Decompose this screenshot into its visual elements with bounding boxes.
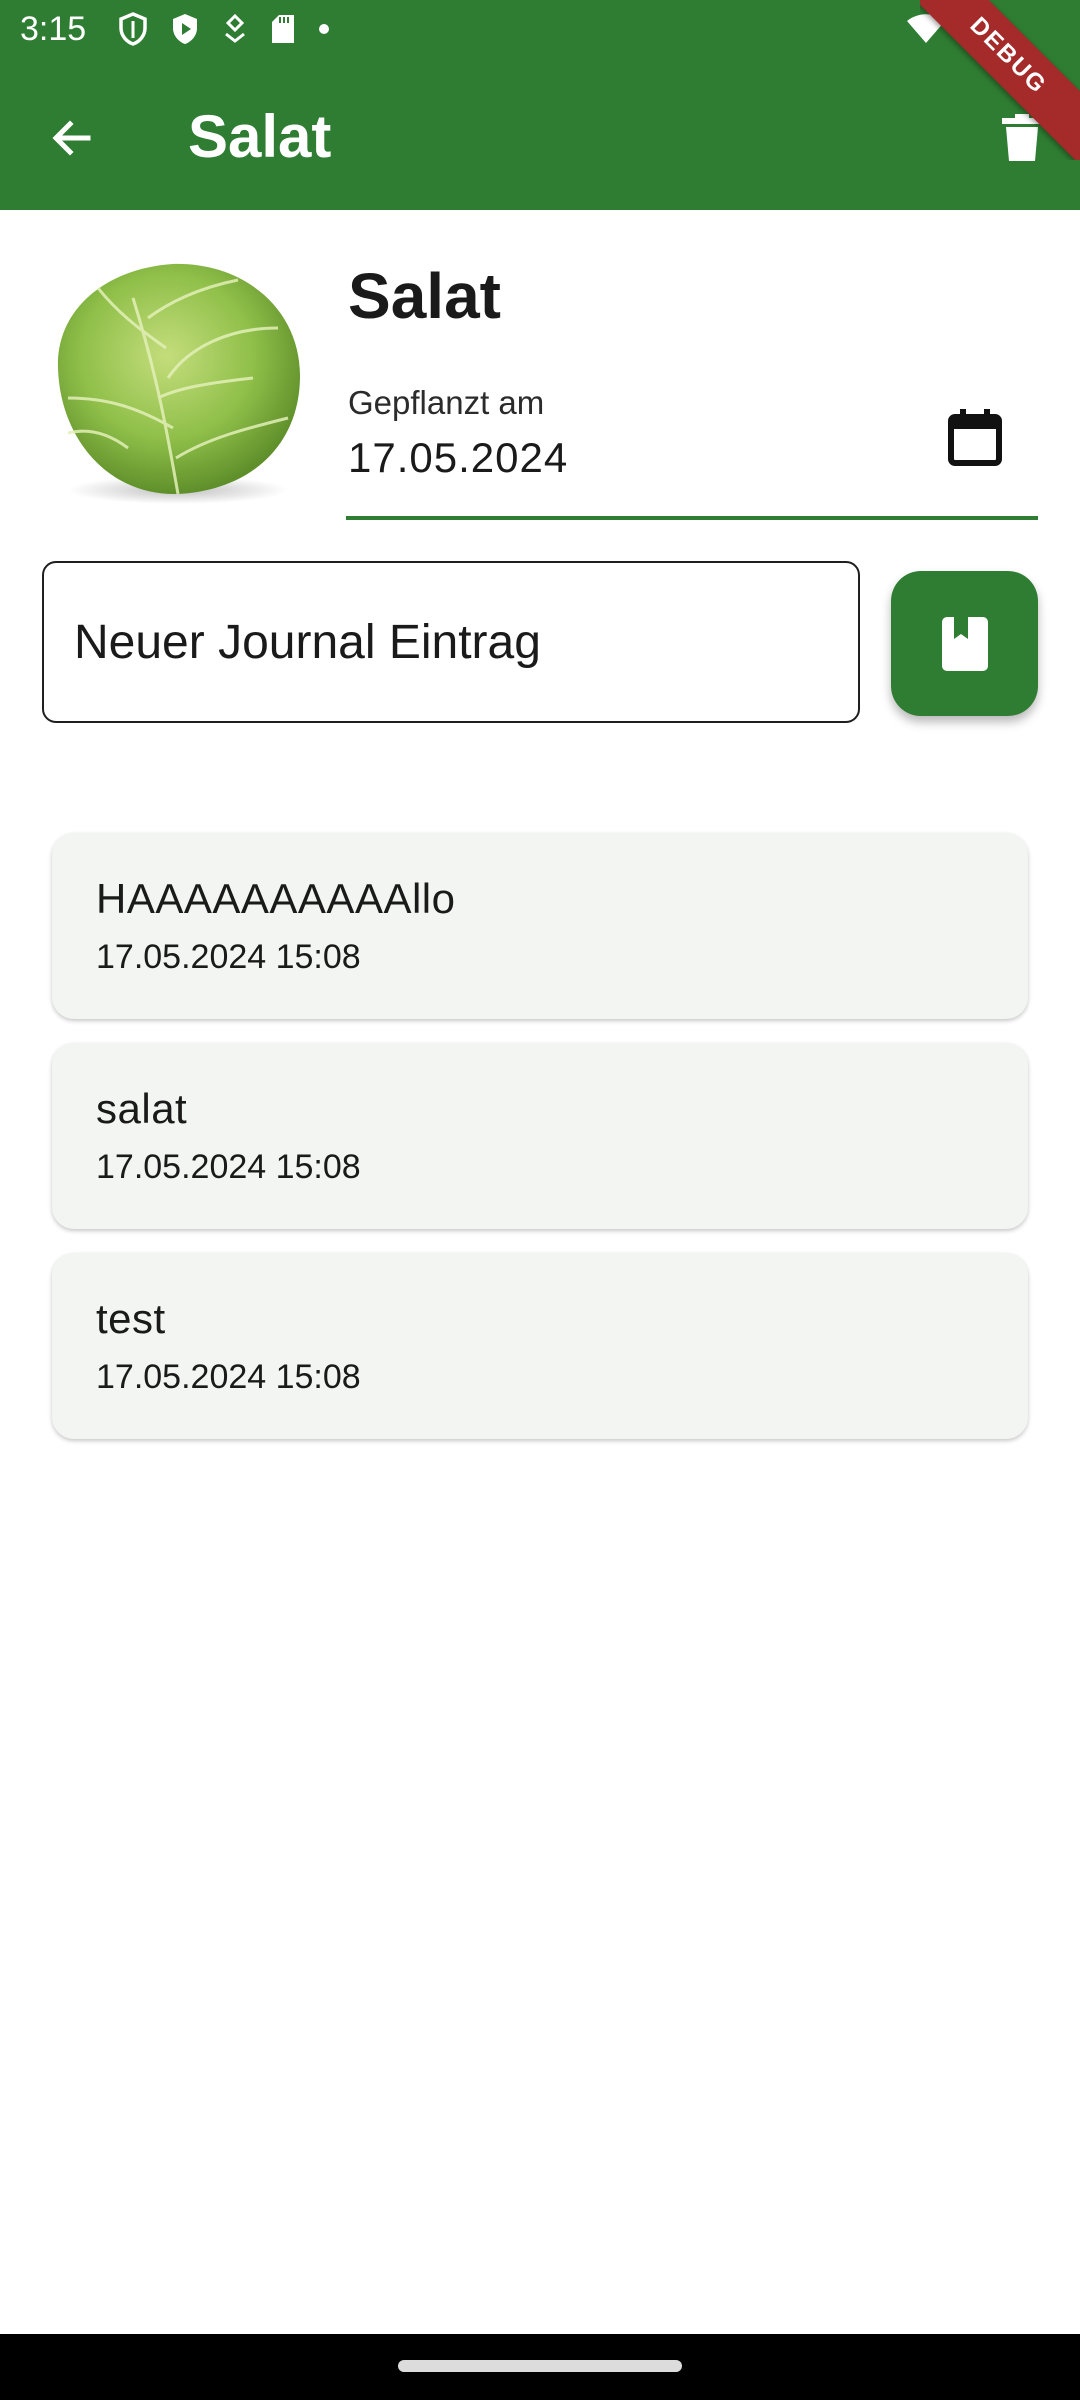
calendar-button[interactable] <box>940 402 1010 472</box>
journal-entry-text: HAAAAAAAAAAllo <box>96 875 456 922</box>
dot-icon <box>319 24 329 34</box>
status-time: 3:15 <box>20 10 87 48</box>
trash-icon <box>1002 114 1042 161</box>
journal-entry-timestamp: 17.05.2024 15:08 <box>96 1148 361 1186</box>
wifi-icon <box>907 14 945 43</box>
status-bar: 3:15 <box>0 0 1080 62</box>
planted-date-field[interactable]: Gepflanzt am 17.05.2024 <box>346 376 1038 520</box>
journal-entry-card[interactable]: HAAAAAAAAAAllo 17.05.2024 15:08 <box>52 833 1028 1019</box>
journal-entry-timestamp: 17.05.2024 15:08 <box>96 938 361 976</box>
journal-entry-text: test <box>96 1295 166 1342</box>
journal-entry-timestamp: 17.05.2024 15:08 <box>96 1358 361 1396</box>
journal-entry-list: HAAAAAAAAAAllo 17.05.2024 15:08 salat 17… <box>52 833 1028 1463</box>
sd-card-icon <box>272 15 294 43</box>
arrow-back-icon <box>52 120 91 156</box>
journal-entry-card[interactable]: salat 17.05.2024 15:08 <box>52 1043 1028 1229</box>
tag-icon <box>225 14 245 43</box>
journal-entry-input[interactable] <box>42 561 860 723</box>
book-icon <box>941 616 988 671</box>
calendar-icon <box>948 409 1002 466</box>
date-field-underline <box>346 516 1038 520</box>
system-navigation-bar <box>0 2334 1080 2400</box>
lettuce-image <box>57 263 300 504</box>
journal-entry-card[interactable]: test 17.05.2024 15:08 <box>52 1253 1028 1439</box>
status-notification-icons <box>118 12 330 46</box>
journal-entry-text: salat <box>96 1085 188 1132</box>
page-title: Salat <box>188 103 332 170</box>
add-journal-entry-button[interactable] <box>891 571 1038 716</box>
shield-outline-icon <box>119 12 147 46</box>
app-bar: Salat <box>0 62 1080 210</box>
planted-date-value: 17.05.2024 <box>348 434 569 481</box>
delete-button[interactable] <box>984 100 1060 176</box>
home-indicator[interactable] <box>398 2360 682 2372</box>
status-system-icons <box>906 12 1000 46</box>
plant-name: Salat <box>348 260 501 332</box>
planted-date-label: Gepflanzt am <box>348 384 545 421</box>
shield-play-icon <box>173 14 197 44</box>
cell-signal-icon <box>967 13 999 45</box>
back-button[interactable] <box>34 100 110 176</box>
